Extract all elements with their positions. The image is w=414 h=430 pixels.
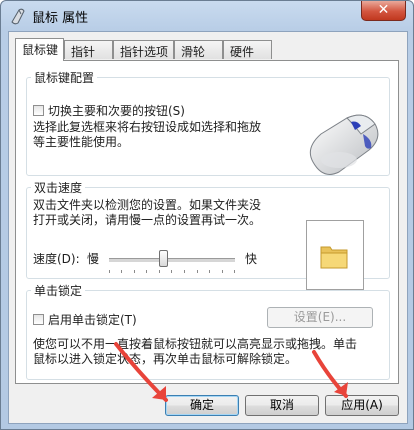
annotation-arrow-icon <box>312 350 348 398</box>
click-lock-settings-button[interactable]: 设置(E)... <box>267 307 373 328</box>
description-line: 等主要性能使用。 <box>33 135 130 149</box>
description-line: 双击文件夹以检测您的设置。如果文件夹没 <box>33 198 262 212</box>
slider-tick <box>184 270 185 273</box>
speed-slider-track[interactable] <box>109 258 235 262</box>
speed-label: 速度(D): <box>33 252 80 266</box>
double-click-description: 双击文件夹以检测您的设置。如果文件夹没 打开或关闭，请用慢一点的设置再试一次。 <box>33 198 261 228</box>
slider-tick <box>234 270 235 273</box>
slider-tick <box>197 270 198 273</box>
switch-buttons-checkbox[interactable] <box>33 105 44 116</box>
close-icon: ✕ <box>377 2 390 18</box>
slider-tick <box>209 270 210 273</box>
click-lock-checkbox-row[interactable]: 启用单击锁定(T) <box>33 311 137 328</box>
switch-buttons-label: 切换主要和次要的按钮(S) <box>48 104 185 118</box>
double-click-speed-group: 双击速度 双击文件夹以检测您的设置。如果文件夹没 打开或关闭，请用慢一点的设置再… <box>26 179 390 290</box>
tab-wheel[interactable]: 滑轮 <box>174 40 223 59</box>
fast-label: 快 <box>245 252 258 266</box>
group-title: 鼠标键配置 <box>34 71 95 85</box>
title-bar: 鼠标 属性 ✕ <box>1 1 413 31</box>
slider-tick <box>109 270 110 273</box>
description-line: 选择此复选框来将右按钮设成如选择和拖放 <box>33 120 262 134</box>
click-lock-checkbox[interactable] <box>33 314 44 325</box>
mouse-illustration-icon <box>309 114 379 175</box>
slider-tick <box>159 270 160 273</box>
mouse-icon <box>11 8 25 25</box>
tab-buttons[interactable]: 鼠标键 <box>15 38 64 61</box>
double-click-test-area[interactable] <box>306 220 364 290</box>
tab-panel-buttons: 鼠标键配置 切换主要和次要的按钮(S) 选择此复选框来将右按钮设成如选择和拖放 … <box>15 60 399 384</box>
slider-tick <box>146 270 147 273</box>
button-config-description: 选择此复选框来将右按钮设成如选择和拖放 等主要性能使用。 <box>33 120 261 150</box>
slider-tick <box>121 270 122 273</box>
tab-pointers[interactable]: 指针 <box>64 40 113 59</box>
close-button[interactable]: ✕ <box>361 1 406 21</box>
group-title: 双击速度 <box>34 181 83 195</box>
group-title: 单击锁定 <box>34 284 83 298</box>
speed-slider-thumb[interactable] <box>159 250 168 267</box>
slider-tick <box>171 270 172 273</box>
folder-icon[interactable] <box>319 241 349 271</box>
tab-hardware[interactable]: 硬件 <box>223 40 272 59</box>
tab-pointer-options[interactable]: 指针选项 <box>113 40 174 59</box>
description-line: 打开或关闭，请用慢一点的设置再试一次。 <box>33 213 262 227</box>
switch-buttons-checkbox-row[interactable]: 切换主要和次要的按钮(S) <box>33 102 185 119</box>
annotation-arrow-icon <box>114 342 168 402</box>
window-title: 鼠标 属性 <box>32 11 89 26</box>
slider-tick <box>222 270 223 273</box>
speed-slider-ticks <box>109 270 235 273</box>
button-configuration-group: 鼠标键配置 切换主要和次要的按钮(S) 选择此复选框来将右按钮设成如选择和拖放 … <box>26 69 390 176</box>
slider-tick <box>134 270 135 273</box>
click-lock-label: 启用单击锁定(T) <box>48 313 137 327</box>
slow-label: 慢 <box>87 252 100 266</box>
